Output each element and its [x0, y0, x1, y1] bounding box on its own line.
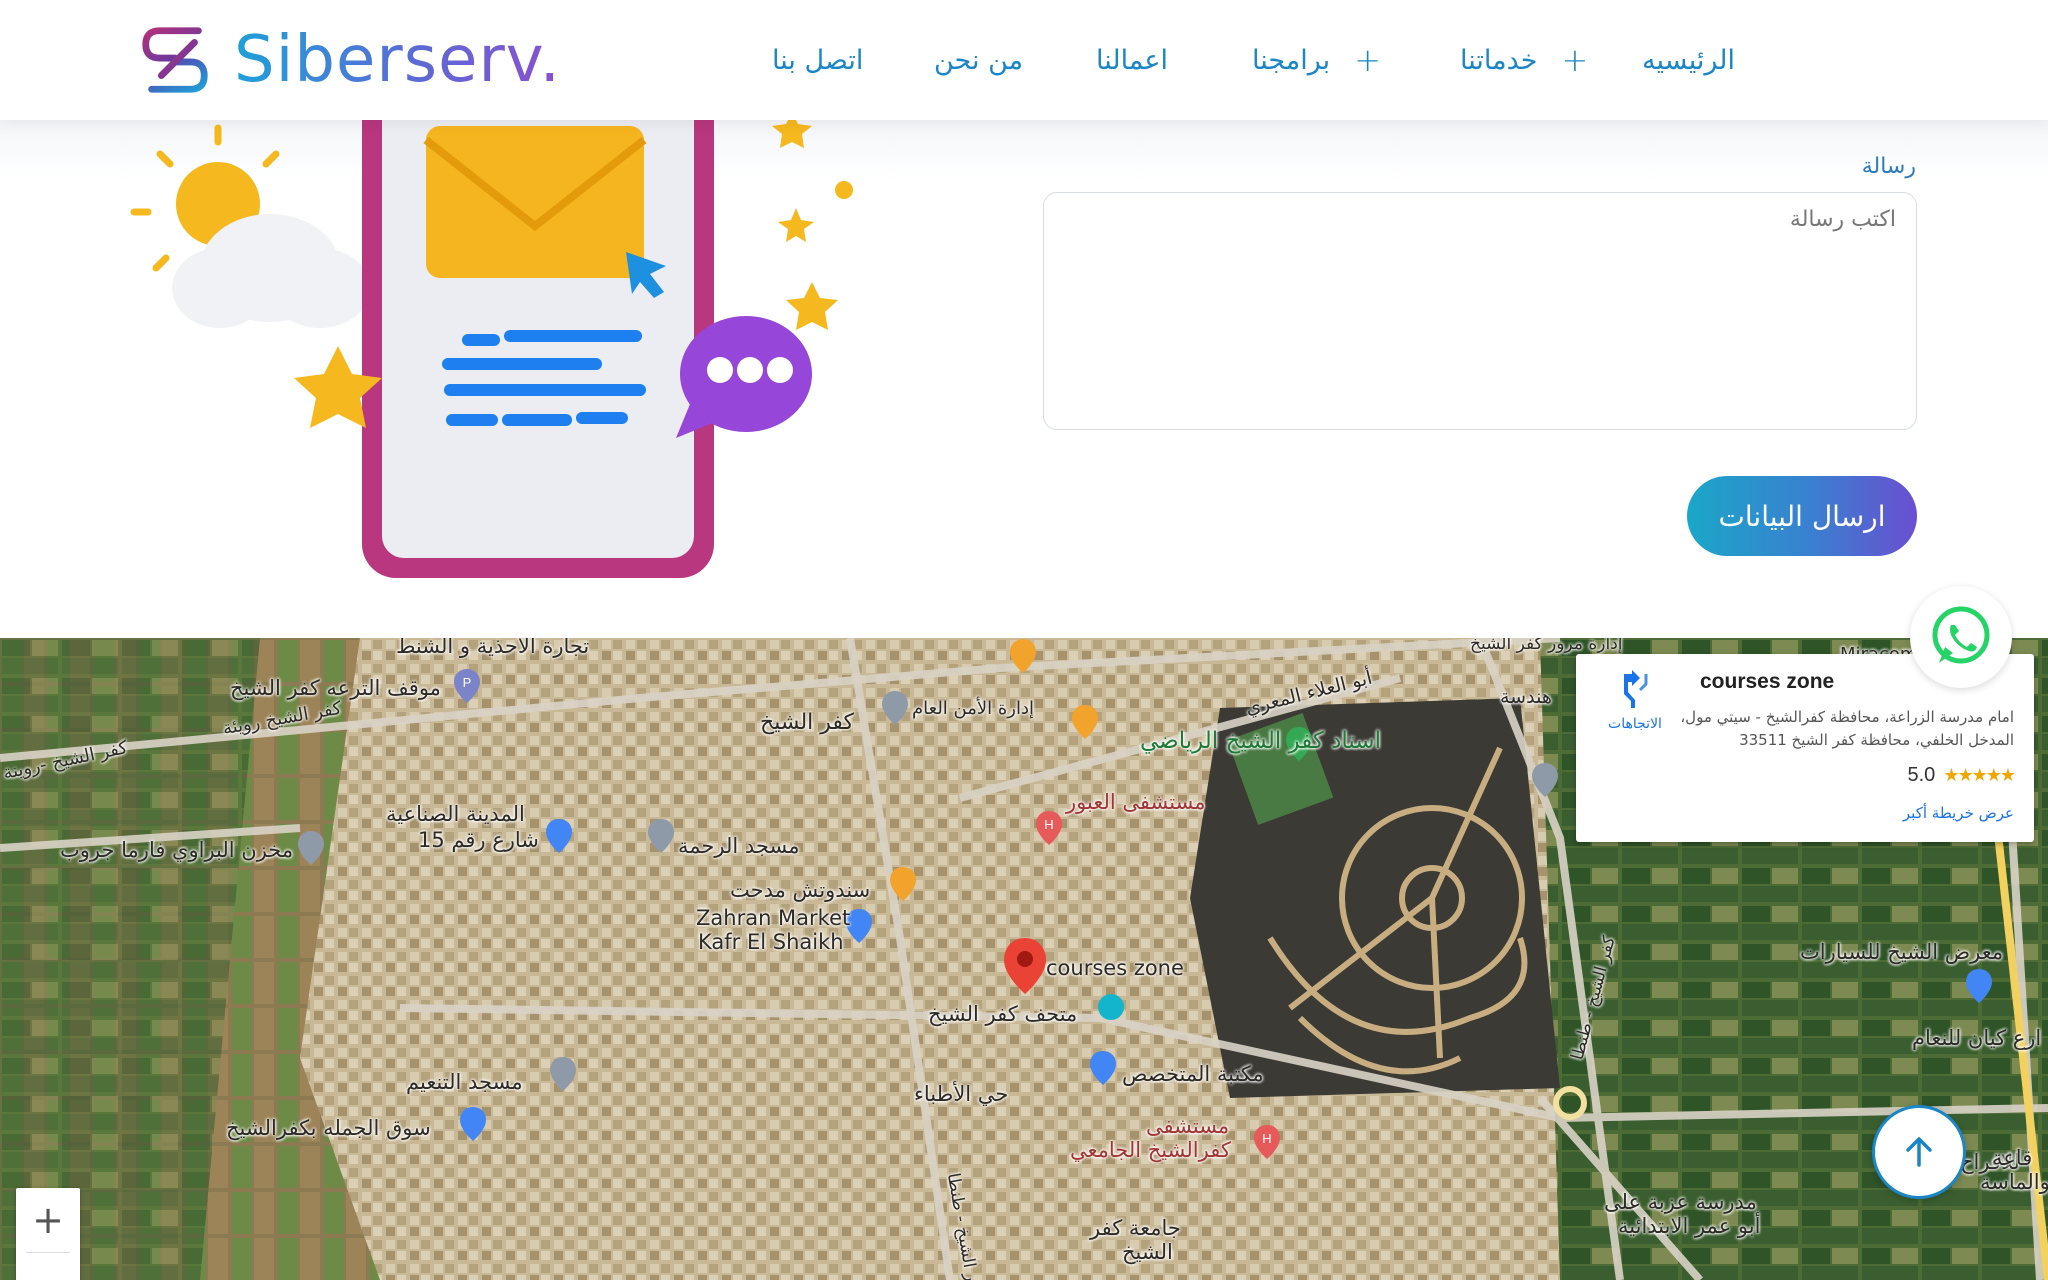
- zoom-divider: [26, 1252, 70, 1253]
- parking-pin-icon[interactable]: P: [452, 668, 482, 704]
- place-title: courses zone: [1700, 670, 1835, 693]
- map-label: إدارة الأمن العام: [912, 698, 1034, 719]
- plus-icon[interactable]: +: [1561, 41, 1588, 79]
- site-header: Siberserv. الرئيسيه خدماتنا + برامجنا + …: [0, 0, 2048, 120]
- map-label: شارع رقم 15: [418, 828, 539, 852]
- nav-home-label: الرئيسيه: [1642, 44, 1735, 76]
- map-label: كفرالشيخ الجامعي: [1070, 1138, 1231, 1162]
- submit-button[interactable]: ارسال البيانات: [1687, 476, 1917, 556]
- map-label: مسجد التنعيم: [406, 1070, 523, 1094]
- map-label: مدرسة عزبة على: [1604, 1190, 1757, 1214]
- svg-text:H: H: [1262, 1131, 1271, 1146]
- nav-about[interactable]: من نحن: [934, 40, 1023, 80]
- place-address: امام مدرسة الزراعة، محافظة كفرالشيخ - سي…: [1680, 708, 2014, 749]
- map-label: موقف الترعه كفر الشيخ: [230, 676, 441, 700]
- shopping-pin-icon[interactable]: [458, 1106, 488, 1142]
- nav-programs-label: برامجنا: [1252, 44, 1331, 76]
- nav-home[interactable]: الرئيسيه: [1642, 40, 1735, 80]
- zoom-in-button[interactable]: +: [16, 1188, 80, 1252]
- message-textarea[interactable]: [1043, 192, 1917, 430]
- map-label: والماسة: [1980, 1170, 2048, 1194]
- directions-label: الاتجاهات: [1608, 716, 1662, 732]
- map-label: Zahran Market: [696, 906, 851, 930]
- map-label: سوق الجمله بكفرالشيخ: [226, 1116, 431, 1140]
- map-label: المدينة الصناعية: [386, 802, 525, 826]
- map-label: مخزن البراوي فارما جروب: [60, 838, 294, 862]
- map-label: قاعة: [1992, 1146, 2033, 1170]
- plus-icon[interactable]: +: [1354, 41, 1381, 79]
- directions-button[interactable]: الاتجاهات: [1600, 670, 1670, 732]
- map-label: حي الأطباء: [914, 1082, 1009, 1106]
- shopping-pin-icon[interactable]: [1088, 1050, 1118, 1086]
- map-label: مسجد الرحمة: [678, 834, 800, 858]
- nav-works[interactable]: اعمالنا: [1096, 40, 1168, 80]
- rating-stars-icon: ★★★★★: [1943, 765, 2016, 785]
- whatsapp-icon: [1932, 606, 1990, 664]
- nav-about-label: من نحن: [934, 44, 1024, 76]
- location-map[interactable]: H H P تجارة الأحذية و الشنط موقف الترعه …: [0, 638, 2048, 1280]
- mosque-pin-icon[interactable]: [646, 818, 676, 854]
- directions-icon: [1624, 670, 1648, 708]
- nav-programs[interactable]: برامجنا +: [1252, 40, 1381, 80]
- message-label: رسالة: [1861, 154, 1916, 179]
- map-label: مستشفى: [1146, 1114, 1230, 1138]
- map-label: أبو عمر الابتدائية: [1618, 1214, 1761, 1238]
- nav-works-label: اعمالنا: [1096, 44, 1169, 76]
- mosque-pin-icon[interactable]: [548, 1056, 578, 1092]
- nav-services-label: خدماتنا: [1460, 44, 1538, 76]
- map-label: متحف كفر الشيخ: [928, 1002, 1078, 1026]
- nav-services[interactable]: خدماتنا +: [1460, 40, 1588, 80]
- rating-value: 5.0: [1907, 764, 1936, 786]
- map-label: سندوتش مدحت: [730, 878, 871, 902]
- site-logo[interactable]: Siberserv.: [136, 20, 561, 100]
- shopping-pin-icon[interactable]: [1964, 968, 1994, 1004]
- place-pin-icon[interactable]: [296, 830, 326, 866]
- map-label: Kafr El Shaikh: [698, 930, 844, 954]
- nav-contact[interactable]: اتصل بنا: [772, 40, 863, 80]
- whatsapp-button[interactable]: [1910, 586, 2012, 688]
- brand-name: Siberserv.: [234, 23, 561, 97]
- scroll-to-top-button[interactable]: [1872, 1105, 1966, 1199]
- shopping-pin-icon[interactable]: [544, 818, 574, 854]
- place-pin-icon[interactable]: [1530, 762, 1560, 798]
- map-label: استاد كفر الشيخ الرياضي: [1140, 728, 1381, 754]
- map-label: تجارة الأحذية و الشنط: [396, 638, 590, 658]
- arrow-up-icon: [1906, 1137, 1932, 1167]
- map-zoom-controls: +: [16, 1188, 80, 1280]
- restaurant-pin-icon[interactable]: [1070, 704, 1100, 740]
- restaurant-pin-icon[interactable]: [888, 866, 918, 902]
- museum-pin-icon[interactable]: [1096, 992, 1126, 1028]
- map-label: مستشفى العبور: [1066, 790, 1206, 814]
- map-label: مكتبة المتخصص: [1122, 1062, 1264, 1086]
- hospital-pin-icon[interactable]: H: [1252, 1124, 1282, 1160]
- svg-text:P: P: [463, 675, 472, 690]
- map-label: معرض الشيخ للسيارات: [1800, 940, 2004, 964]
- map-label: هندسة: [1500, 686, 1552, 708]
- map-label: إدارة مرور كفر الشيخ: [1470, 638, 1623, 654]
- map-label: ارع كيان للنعام: [1912, 1026, 2042, 1050]
- envelope-icon: [423, 126, 647, 278]
- nav-contact-label: اتصل بنا: [772, 44, 864, 76]
- place-rating: 5.0 ★★★★★: [1907, 764, 2016, 787]
- government-pin-icon[interactable]: [880, 690, 910, 726]
- restaurant-pin-icon[interactable]: [1008, 638, 1038, 674]
- view-larger-map-link[interactable]: عرض خريطة أكبر: [1903, 804, 2014, 822]
- map-label: جامعة كفر: [1090, 1216, 1181, 1240]
- map-label: الشيخ: [1122, 1240, 1173, 1264]
- contact-illustration: [130, 118, 853, 578]
- location-pin-icon[interactable]: [1002, 936, 1048, 996]
- hospital-pin-icon[interactable]: H: [1034, 810, 1064, 846]
- map-label: كفر الشيخ: [760, 710, 855, 735]
- map-label: courses zone: [1046, 956, 1184, 980]
- svg-text:H: H: [1044, 817, 1053, 832]
- siberserv-logo-icon: [142, 27, 208, 93]
